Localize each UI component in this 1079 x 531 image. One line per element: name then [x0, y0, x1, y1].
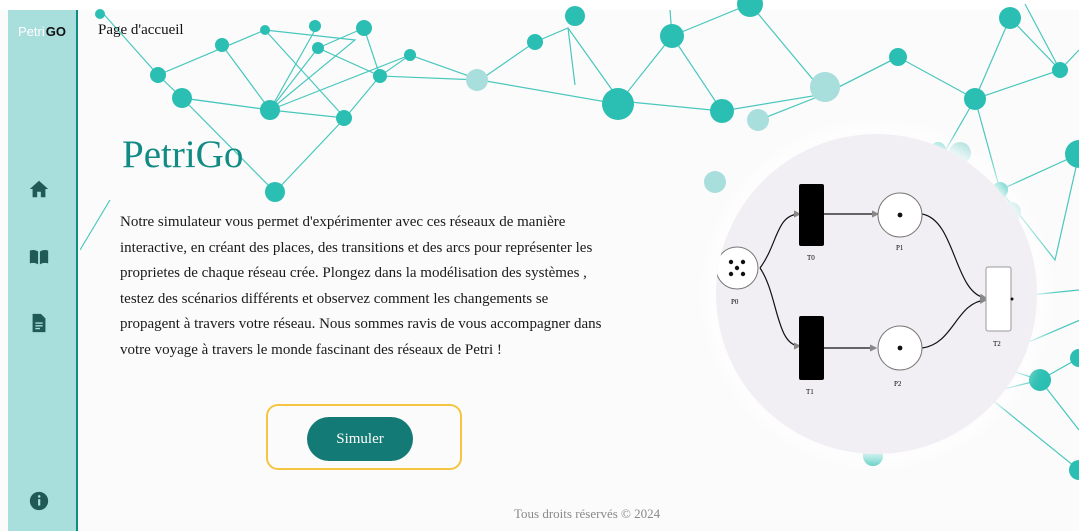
simulate-button[interactable]: Simuler — [307, 417, 413, 461]
transition-t2: T2 — [985, 266, 1014, 348]
t2-label: T2 — [993, 340, 1001, 348]
document-icon[interactable] — [28, 312, 50, 334]
footer-copyright: Tous droits réservés © 2024 — [514, 506, 661, 521]
home-icon[interactable] — [28, 178, 50, 200]
page-title: PetriGo — [122, 133, 244, 176]
book-icon[interactable] — [28, 246, 50, 268]
info-icon[interactable] — [28, 490, 50, 512]
t0-label: T0 — [807, 254, 815, 262]
logo-prefix: Petri — [18, 24, 45, 39]
logo-suffix: GO — [45, 24, 66, 39]
p0-label: P0 — [731, 298, 739, 306]
p1-label: P1 — [896, 244, 904, 252]
petri-net-diagram: P0 T0 P1 T1 P2 T2 — [716, 184, 1014, 396]
transition-t1: T1 — [799, 316, 824, 396]
sidebar: Petri GO — [8, 10, 78, 531]
place-p2: P2 — [877, 325, 923, 388]
logo: Petri GO — [18, 24, 66, 39]
breadcrumb: Page d'accueil — [98, 22, 184, 38]
petri-net-illustration: P0 T0 P1 T1 P2 T2 — [716, 134, 1037, 454]
place-p1: P1 — [877, 192, 923, 252]
p2-label: P2 — [894, 380, 902, 388]
place-p0: P0 — [716, 246, 759, 306]
description-text: Notre simulateur vous permet d'expérimen… — [120, 214, 602, 358]
transition-t0: T0 — [799, 184, 824, 262]
t1-label: T1 — [806, 388, 814, 396]
